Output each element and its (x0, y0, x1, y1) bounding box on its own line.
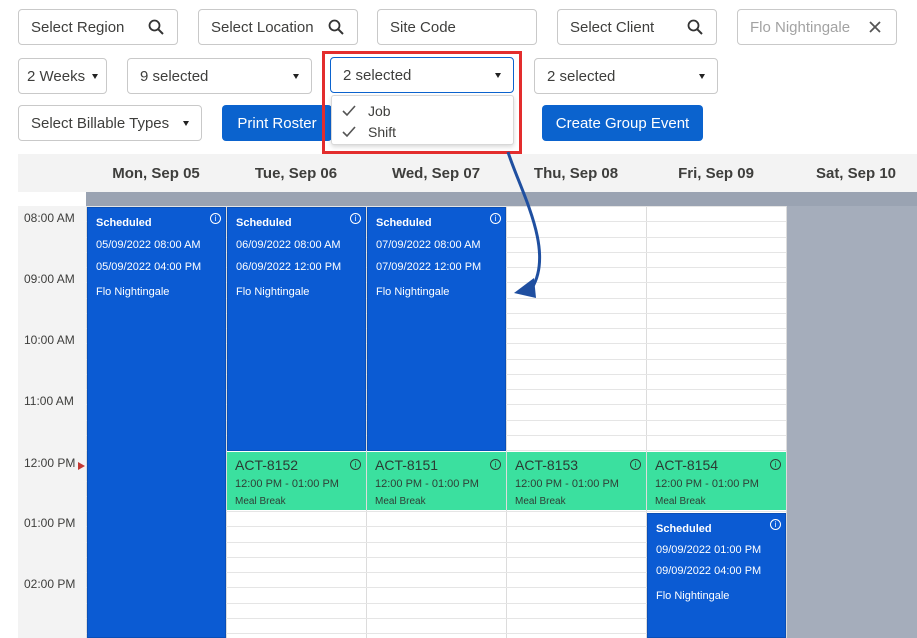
info-icon[interactable]: i (350, 213, 361, 224)
day-header: Mon, Sep 05 (112, 164, 200, 182)
event-start: 06/09/2022 08:00 AM (236, 239, 341, 251)
activity-note: Meal Break (655, 496, 706, 507)
event-person: Flo Nightingale (96, 286, 170, 298)
close-icon[interactable] (866, 18, 884, 36)
chevron-down-icon (293, 73, 299, 79)
range-select[interactable]: 2 Weeks (18, 58, 107, 94)
event-start: 05/09/2022 08:00 AM (96, 239, 201, 251)
activity-code: ACT-8152 (235, 457, 299, 473)
activity-event[interactable]: ACT-8151 i 12:00 PM - 01:00 PM Meal Brea… (366, 452, 506, 510)
print-roster-button[interactable]: Print Roster (222, 105, 332, 141)
scheduled-event[interactable]: Scheduled i 07/09/2022 08:00 AM 07/09/20… (367, 207, 506, 451)
day-column-weekend[interactable] (786, 206, 917, 638)
event-person: Flo Nightingale (236, 286, 310, 298)
info-icon[interactable]: i (210, 213, 221, 224)
time-label: 09:00 AM (24, 272, 75, 286)
activity-time: 12:00 PM - 01:00 PM (655, 478, 759, 490)
chevron-down-icon (92, 73, 98, 79)
activity-event[interactable]: ACT-8152 i 12:00 PM - 01:00 PM Meal Brea… (226, 452, 366, 510)
multi-select-1-value: 9 selected (140, 67, 209, 85)
info-icon[interactable]: i (770, 459, 781, 470)
search-icon (147, 18, 165, 36)
site-code-input[interactable]: Site Code (377, 9, 537, 45)
activity-note: Meal Break (515, 496, 566, 507)
chevron-down-icon (699, 73, 705, 79)
multi-select-1[interactable]: 9 selected (127, 58, 312, 94)
activity-time: 12:00 PM - 01:00 PM (515, 478, 619, 490)
info-icon[interactable]: i (770, 519, 781, 530)
activity-code: ACT-8151 (375, 457, 439, 473)
scheduled-event[interactable]: Scheduled i 05/09/2022 08:00 AM 05/09/20… (87, 207, 226, 638)
info-icon[interactable]: i (630, 459, 641, 470)
event-status: Scheduled (376, 217, 432, 229)
chevron-down-icon (183, 120, 189, 126)
region-select[interactable]: Select Region (18, 9, 178, 45)
time-label: 12:00 PM (24, 456, 76, 470)
time-label: 02:00 PM (24, 577, 76, 591)
client-label: Select Client (570, 18, 655, 36)
search-icon (686, 18, 704, 36)
event-person: Flo Nightingale (656, 590, 730, 602)
range-value: 2 Weeks (27, 67, 86, 85)
billable-types-label: Select Billable Types (31, 114, 170, 132)
event-status: Scheduled (236, 217, 292, 229)
current-time-marker-icon (78, 462, 85, 470)
time-column (18, 206, 86, 638)
time-label: 11:00 AM (24, 394, 74, 408)
location-select[interactable]: Select Location (198, 9, 358, 45)
info-icon[interactable]: i (350, 459, 361, 470)
info-icon[interactable]: i (490, 459, 501, 470)
event-start: 07/09/2022 08:00 AM (376, 239, 481, 251)
day-header: Sat, Sep 10 (815, 164, 897, 182)
region-label: Select Region (31, 18, 125, 36)
highlight-box (322, 51, 522, 154)
employee-value: Flo Nightingale (750, 18, 851, 36)
employee-lookup[interactable]: Flo Nightingale (737, 9, 897, 45)
site-code-placeholder: Site Code (390, 18, 456, 36)
event-end: 05/09/2022 04:00 PM (96, 261, 202, 273)
time-label: 01:00 PM (24, 516, 76, 530)
client-select[interactable]: Select Client (557, 9, 717, 45)
day-header: Fri, Sep 09 (678, 164, 754, 182)
search-icon (327, 18, 345, 36)
activity-time: 12:00 PM - 01:00 PM (235, 478, 339, 490)
time-label: 10:00 AM (24, 333, 75, 347)
event-status: Scheduled (96, 217, 152, 229)
activity-note: Meal Break (235, 496, 286, 507)
event-status: Scheduled (656, 523, 712, 535)
location-label: Select Location (211, 18, 314, 36)
event-start: 09/09/2022 01:00 PM (656, 544, 762, 556)
scheduled-event[interactable]: Scheduled i 09/09/2022 01:00 PM 09/09/20… (647, 513, 786, 638)
multi-select-3-value: 2 selected (547, 67, 616, 85)
activity-code: ACT-8154 (655, 457, 719, 473)
create-group-event-button[interactable]: Create Group Event (542, 105, 703, 141)
scheduled-event[interactable]: Scheduled i 06/09/2022 08:00 AM 06/09/20… (227, 207, 366, 451)
event-end: 06/09/2022 12:00 PM (236, 261, 342, 273)
activity-code: ACT-8153 (515, 457, 579, 473)
event-person: Flo Nightingale (376, 286, 450, 298)
activity-time: 12:00 PM - 01:00 PM (375, 478, 479, 490)
billable-types-select[interactable]: Select Billable Types (18, 105, 202, 141)
time-label: 08:00 AM (24, 211, 75, 225)
activity-event[interactable]: ACT-8154 i 12:00 PM - 01:00 PM Meal Brea… (646, 452, 786, 510)
day-header: Wed, Sep 07 (391, 164, 481, 182)
activity-note: Meal Break (375, 496, 426, 507)
multi-select-3[interactable]: 2 selected (534, 58, 718, 94)
day-header: Tue, Sep 06 (254, 164, 338, 182)
annotation-arrow-icon (506, 151, 542, 298)
event-end: 09/09/2022 04:00 PM (656, 565, 762, 577)
event-end: 07/09/2022 12:00 PM (376, 261, 482, 273)
activity-event[interactable]: ACT-8153 i 12:00 PM - 01:00 PM Meal Brea… (506, 452, 646, 510)
